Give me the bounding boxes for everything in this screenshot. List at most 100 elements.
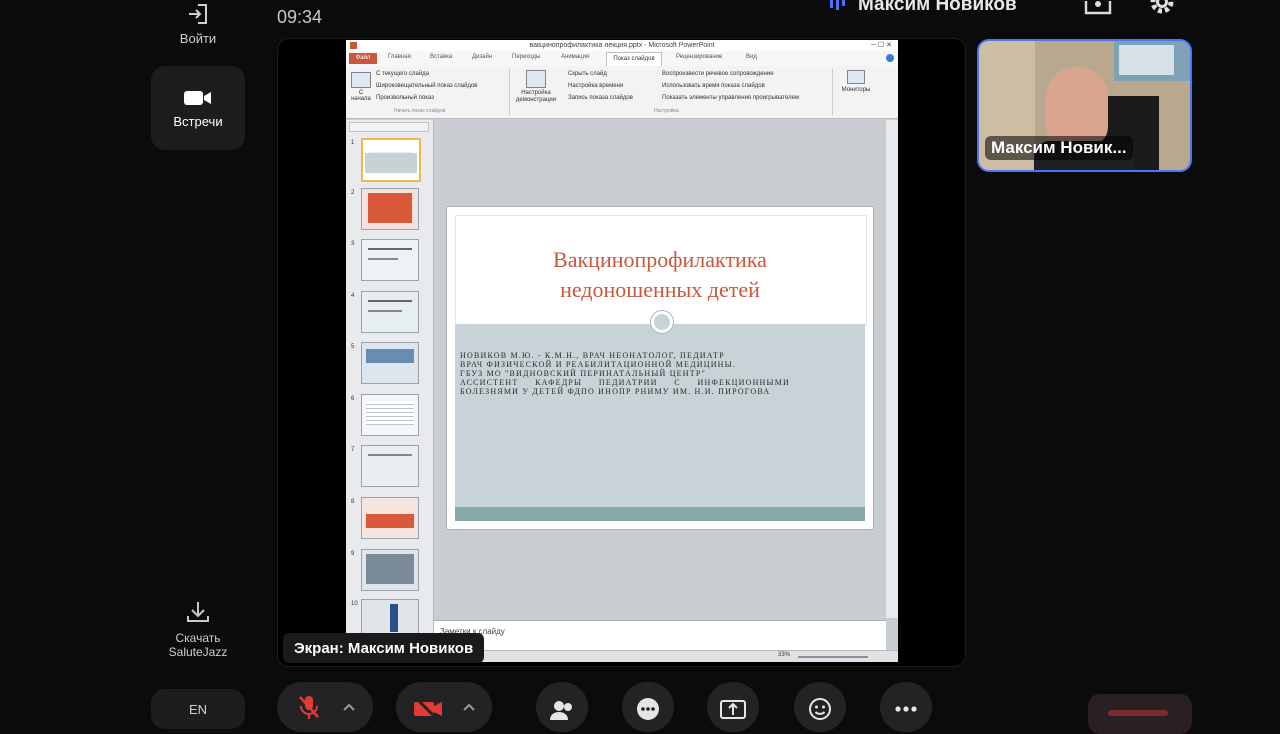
speaker-indicator-icon xyxy=(829,0,847,10)
slide-thumbnail[interactable] xyxy=(361,188,419,230)
chat-bubble-icon xyxy=(637,698,659,720)
chevron-up-icon[interactable] xyxy=(342,702,356,712)
slide-thumbnail[interactable] xyxy=(361,291,419,333)
chevron-up-icon[interactable] xyxy=(462,702,476,712)
download-icon xyxy=(187,602,209,622)
thumb-number: 5 xyxy=(351,344,355,350)
participants-icon xyxy=(550,701,572,720)
slide-thumbnail[interactable] xyxy=(361,394,419,436)
slide-body: НОВИКОВ М.Ю. - К.М.Н., ВРАЧ НЕОНАТОЛОГ, … xyxy=(460,351,790,396)
reactions-button[interactable] xyxy=(794,682,846,732)
zoom-level: 33% xyxy=(778,652,791,658)
microphone-off-icon[interactable] xyxy=(294,692,324,722)
ribbon-rehearse[interactable]: Настройка времени xyxy=(568,83,623,89)
ribbon-hide-slide[interactable]: Скрыть слайд xyxy=(568,71,607,77)
download-label-line2: SaluteJazz xyxy=(168,645,228,659)
screen-share-icon xyxy=(720,700,746,719)
meetings-label: Встречи xyxy=(173,113,223,129)
slide-body-line: АССИСТЕНТ КАФЕДРЫ ПЕДИАТРИИ С ИНФЕКЦИОНН… xyxy=(460,378,790,396)
leave-button[interactable] xyxy=(1088,694,1192,734)
participant-avatar xyxy=(1046,67,1108,147)
ppt-ribbon-tabs: Файл Главная Вставка Дизайн Переходы Ани… xyxy=(346,51,898,67)
ribbon-show-controls[interactable]: Показать элементы управления проигрывате… xyxy=(662,95,799,101)
download-label-line1: Скачать xyxy=(175,631,221,645)
clock: 09:34 xyxy=(277,7,323,27)
ribbon-from-current[interactable]: С текущего слайда xyxy=(376,71,429,77)
participant-name: Максим Новик... xyxy=(991,138,1127,157)
participants-list-icon[interactable] xyxy=(1084,0,1112,15)
slide-body-line: ГБУЗ МО "ВИДНОВСКИЙ ПЕРИНАТАЛЬНЫЙ ЦЕНТР" xyxy=(460,369,706,378)
login-button[interactable]: Войти xyxy=(151,0,245,48)
thumb-number: 10 xyxy=(351,601,358,607)
slide-title-line2: недоношенных детей xyxy=(560,277,760,302)
thumb-number: 6 xyxy=(351,396,355,402)
slide-thumbnail[interactable] xyxy=(361,549,419,591)
slide-body-line: НОВИКОВ М.Ю. - К.М.Н., ВРАЧ НЕОНАТОЛОГ, … xyxy=(460,351,725,360)
tab-insert[interactable]: Вставка xyxy=(430,54,452,60)
thumb-number: 4 xyxy=(351,293,355,299)
current-slide: Вакцинопрофилактика недоношенных детей Н… xyxy=(446,206,874,530)
slide-thumbnail[interactable] xyxy=(361,445,419,487)
vertical-scrollbar[interactable] xyxy=(886,120,898,618)
microphone-control xyxy=(277,682,373,732)
from-start-button[interactable]: С начала xyxy=(350,70,372,110)
thumb-number: 3 xyxy=(351,241,355,247)
setup-show-button[interactable]: Настройка демонстрации xyxy=(514,70,558,110)
slide-canvas: Вакцинопрофилактика недоношенных детей Н… xyxy=(434,120,886,618)
thumb-number: 2 xyxy=(351,190,355,196)
language-label: EN xyxy=(188,701,208,717)
ribbon-group-setup: Настройка xyxy=(654,108,679,114)
tab-home[interactable]: Главная xyxy=(388,54,411,60)
slide-title-line1: Вакцинопрофилактика xyxy=(553,247,767,272)
chat-button[interactable] xyxy=(622,682,674,732)
slide-thumbnails-pane: 1 2 3 4 5 6 7 8 9 10 xyxy=(346,120,434,662)
slide-body-line: ВРАЧ ФИЗИЧЕСКОЙ И РЕАБИЛИТАЦИОННОЙ МЕДИЦ… xyxy=(460,360,737,369)
ribbon-broadcast[interactable]: Широковещательный показ слайдов xyxy=(376,83,478,89)
meetings-button[interactable]: Встречи xyxy=(151,66,245,150)
thumb-number: 9 xyxy=(351,551,355,557)
thumb-number: 8 xyxy=(351,499,355,505)
more-options-button[interactable] xyxy=(880,682,932,732)
share-screen-button[interactable] xyxy=(707,682,759,732)
file-tab[interactable]: Файл xyxy=(349,53,377,64)
tab-transitions[interactable]: Переходы xyxy=(512,54,540,60)
ribbon-group-start: Начать показ слайдов xyxy=(394,108,446,114)
language-button[interactable]: EN xyxy=(151,689,245,729)
smile-icon xyxy=(809,698,831,720)
tab-review[interactable]: Рецензирование xyxy=(676,54,722,60)
ribbon-record[interactable]: Запись показа слайдов xyxy=(568,95,633,101)
thumb-number: 7 xyxy=(351,447,355,453)
tab-slideshow[interactable]: Показ слайдов xyxy=(606,52,662,66)
monitors-button[interactable]: Мониторы xyxy=(836,70,876,110)
tab-design[interactable]: Дизайн xyxy=(472,54,492,60)
ppt-title: вакцинопрофилактика лекция.pptx - Micros… xyxy=(529,42,715,49)
ribbon-play-narration[interactable]: Воспроизвести речевое сопровождение xyxy=(662,71,774,77)
camera-off-icon[interactable] xyxy=(412,692,444,722)
video-camera-icon xyxy=(184,90,211,105)
zoom-slider[interactable] xyxy=(798,656,868,658)
slide-thumbnail[interactable] xyxy=(361,239,419,281)
slide-thumbnail[interactable] xyxy=(361,342,419,384)
settings-gear-icon[interactable] xyxy=(1148,0,1176,16)
notes-pane[interactable]: Заметки к слайду xyxy=(434,620,886,651)
tab-animations[interactable]: Анимация xyxy=(561,54,589,60)
ribbon-custom-show[interactable]: Произвольный показ xyxy=(376,95,434,101)
participants-button[interactable] xyxy=(536,682,588,732)
ppt-ribbon: С начала С текущего слайда Широковещател… xyxy=(346,66,898,119)
ribbon-use-timings[interactable]: Использовать время показа слайдов xyxy=(662,83,765,89)
login-label: Войти xyxy=(179,30,217,46)
participant-video-tile[interactable]: Максим Новик... xyxy=(977,39,1192,172)
more-dots-icon xyxy=(895,706,917,712)
slide-thumbnail[interactable] xyxy=(361,497,419,539)
slide-circle-ornament xyxy=(651,311,673,333)
download-button[interactable]: Скачать SaluteJazz xyxy=(151,594,245,664)
camera-control xyxy=(396,682,492,732)
ppt-titlebar: вакцинопрофилактика лекция.pptx - Micros… xyxy=(346,40,898,51)
thumb-number: 1 xyxy=(351,140,355,146)
help-icon[interactable] xyxy=(886,54,894,62)
slide-thumbnail[interactable] xyxy=(361,138,421,182)
tab-view[interactable]: Вид xyxy=(746,54,757,60)
login-icon xyxy=(189,3,207,24)
header-user-name: Максим Новиков xyxy=(858,0,1017,15)
powerpoint-window: вакцинопрофилактика лекция.pptx - Micros… xyxy=(346,40,898,662)
